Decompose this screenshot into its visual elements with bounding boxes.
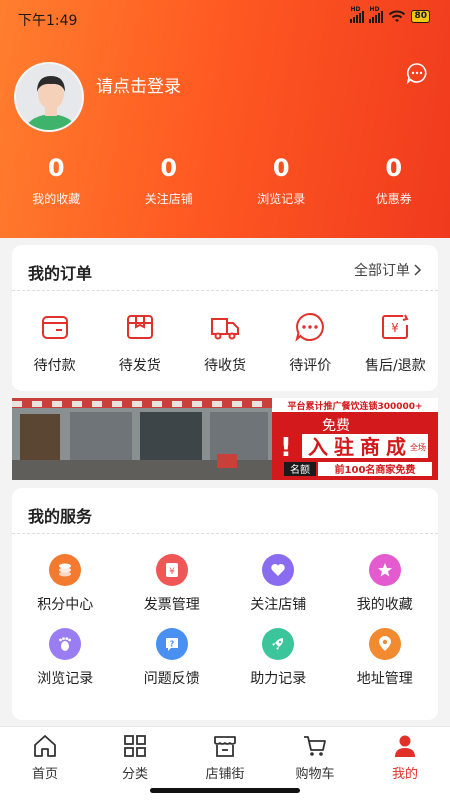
heart-icon bbox=[262, 554, 295, 586]
service-favorites[interactable]: 我的收藏 bbox=[332, 554, 439, 614]
service-invoice[interactable]: ¥ 发票管理 bbox=[119, 554, 226, 614]
banner-main-1: 入 bbox=[308, 435, 328, 459]
service-feedback[interactable]: ? 问题反馈 bbox=[119, 628, 226, 688]
banner-free-text: 免费 bbox=[322, 418, 350, 434]
service-points-center[interactable]: 积分中心 bbox=[12, 554, 119, 614]
service-label: 积分中心 bbox=[37, 597, 94, 613]
tab-label: 我的 bbox=[391, 767, 418, 782]
service-label: 我的收藏 bbox=[356, 597, 413, 613]
orders-title: 我的订单 bbox=[28, 264, 93, 283]
stat-value: 0 bbox=[385, 154, 403, 182]
stats-row: 0 我的收藏 0 关注店铺 0 浏览记录 0 优惠券 bbox=[0, 152, 450, 207]
stat-history[interactable]: 0 浏览记录 bbox=[225, 152, 338, 207]
order-label: 待评价 bbox=[289, 358, 332, 374]
order-pending-review[interactable]: 待评价 bbox=[268, 311, 353, 375]
svg-text:!: ! bbox=[280, 433, 292, 463]
home-icon bbox=[34, 735, 56, 757]
battery-icon: 80 bbox=[411, 10, 430, 23]
order-pending-payment[interactable]: 待付款 bbox=[12, 311, 97, 375]
promo-banner[interactable]: 平台累计推广餐饮连锁300000+ 免费 ! 入 驻 商 成 全场 名额 前10… bbox=[12, 398, 438, 480]
box-icon bbox=[126, 315, 153, 339]
truck-icon bbox=[211, 318, 239, 340]
service-boost-records[interactable]: 助力记录 bbox=[225, 628, 332, 688]
tab-mine[interactable]: 我的 bbox=[360, 727, 450, 800]
cart-icon bbox=[304, 736, 326, 756]
service-history[interactable]: 浏览记录 bbox=[12, 628, 119, 688]
service-label: 浏览记录 bbox=[37, 671, 94, 687]
order-after-sales[interactable]: ¥ 售后/退款 bbox=[353, 311, 438, 375]
stat-coupons[interactable]: 0 优惠券 bbox=[338, 152, 450, 207]
service-label: 问题反馈 bbox=[143, 671, 200, 687]
services-header: 我的服务 bbox=[12, 488, 438, 534]
all-orders-link[interactable]: 全部订单 bbox=[354, 260, 422, 280]
star-icon bbox=[368, 554, 401, 586]
stat-value: 0 bbox=[160, 154, 178, 182]
order-label: 待发货 bbox=[118, 358, 161, 374]
invoice-icon: ¥ bbox=[155, 554, 188, 586]
signal-icon-2: HD bbox=[369, 6, 384, 23]
rocket-icon bbox=[262, 628, 295, 660]
service-followed-stores[interactable]: 关注店铺 bbox=[225, 554, 332, 614]
avatar[interactable] bbox=[14, 62, 84, 132]
location-icon bbox=[368, 628, 401, 660]
stat-label: 关注店铺 bbox=[144, 192, 193, 206]
service-label: 助力记录 bbox=[250, 671, 307, 687]
svg-text:¥: ¥ bbox=[392, 321, 400, 335]
order-label: 售后/退款 bbox=[365, 358, 426, 374]
signal-icon: HD bbox=[350, 6, 365, 23]
question-icon: ? bbox=[155, 628, 188, 660]
status-time: 下午1:49 bbox=[18, 13, 78, 29]
chevron-right-icon bbox=[414, 264, 422, 276]
orders-header: 我的订单 全部订单 bbox=[12, 245, 438, 291]
tab-home[interactable]: 首页 bbox=[0, 727, 90, 800]
wallet-icon bbox=[41, 316, 68, 339]
stat-value: 0 bbox=[47, 154, 65, 182]
banner-main-4: 成 bbox=[386, 435, 406, 459]
user-icon bbox=[395, 735, 415, 757]
banner-quota-text: 前100名商家免费 bbox=[335, 463, 416, 476]
wifi-icon bbox=[389, 10, 406, 22]
order-pending-shipment[interactable]: 待发货 bbox=[97, 311, 182, 375]
service-label: 发票管理 bbox=[143, 597, 200, 613]
all-orders-label: 全部订单 bbox=[354, 263, 410, 279]
stat-followed-stores[interactable]: 0 关注店铺 bbox=[113, 152, 226, 207]
order-label: 待收货 bbox=[204, 358, 246, 374]
login-prompt[interactable]: 请点击登录 bbox=[96, 72, 181, 97]
tab-label: 购物车 bbox=[295, 767, 335, 782]
stat-label: 优惠券 bbox=[375, 192, 412, 206]
banner-main-3: 商 bbox=[360, 435, 380, 459]
banner-side-text: 全场 bbox=[410, 442, 426, 452]
status-bar: 下午1:49 HD HD 80 bbox=[18, 6, 430, 30]
coins-icon bbox=[49, 554, 82, 586]
banner-main-2: 驻 bbox=[334, 435, 354, 459]
banner-top-text: 平台累计推广餐饮连锁300000+ bbox=[287, 400, 422, 412]
profile-header: 下午1:49 HD HD 80 请点击登录 0 我的收藏 0 关注店铺 0 浏览记录 … bbox=[0, 0, 450, 238]
stat-label: 浏览记录 bbox=[257, 192, 306, 206]
services-card: 我的服务 积分中心 ¥ 发票管理 关注店铺 我的收藏 浏览记录 ? 问题反馈 助 bbox=[12, 488, 438, 720]
service-label: 关注店铺 bbox=[250, 597, 307, 613]
footprint-icon bbox=[49, 628, 82, 660]
stat-label: 我的收藏 bbox=[32, 192, 81, 206]
tab-label: 首页 bbox=[31, 767, 58, 782]
services-title: 我的服务 bbox=[28, 507, 93, 526]
service-label: 地址管理 bbox=[356, 671, 413, 687]
stat-favorites[interactable]: 0 我的收藏 bbox=[0, 152, 113, 207]
svg-text:¥: ¥ bbox=[169, 567, 175, 577]
orders-card: 我的订单 全部订单 待付款 待发货 待收货 待评价 ¥ 售后/退款 bbox=[12, 245, 438, 391]
comment-icon bbox=[295, 312, 325, 342]
home-indicator bbox=[150, 788, 300, 793]
order-label: 待付款 bbox=[33, 358, 76, 374]
grid-icon bbox=[124, 735, 146, 757]
refund-icon: ¥ bbox=[382, 314, 409, 339]
tab-label: 店铺街 bbox=[205, 767, 245, 782]
order-pending-receipt[interactable]: 待收货 bbox=[182, 311, 267, 375]
svg-text:?: ? bbox=[169, 640, 174, 649]
banner-quota-label: 名额 bbox=[290, 463, 310, 476]
service-address[interactable]: 地址管理 bbox=[332, 628, 439, 688]
store-icon bbox=[214, 736, 236, 757]
message-icon[interactable] bbox=[406, 62, 428, 84]
stat-value: 0 bbox=[272, 154, 290, 182]
tab-label: 分类 bbox=[121, 767, 148, 782]
